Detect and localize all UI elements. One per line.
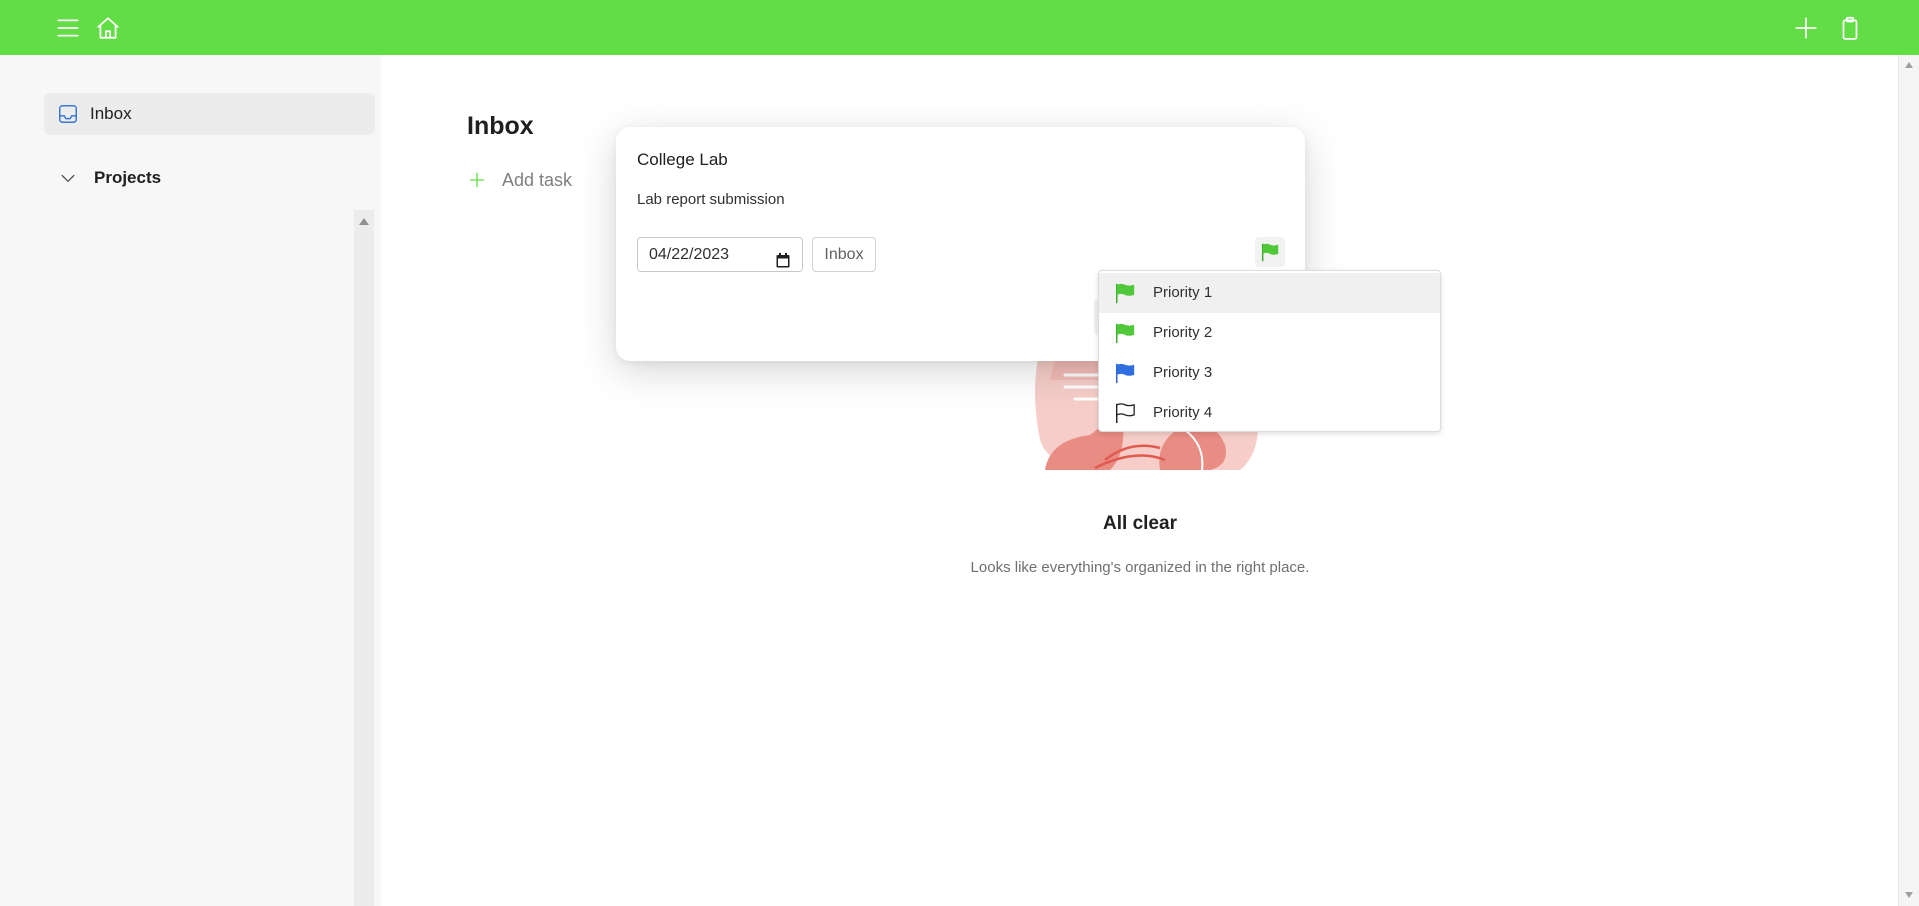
sidebar-projects-toggle[interactable]: Projects	[58, 161, 358, 195]
home-icon[interactable]	[91, 11, 125, 45]
green-flag-icon	[1114, 282, 1136, 304]
project-select-button[interactable]: Inbox	[812, 237, 876, 272]
due-date-input[interactable]: 04/22/2023	[637, 237, 803, 272]
scroll-up-arrow-icon[interactable]	[359, 218, 369, 225]
sidebar-item-label: Inbox	[90, 104, 132, 123]
page-title: Inbox	[467, 112, 534, 140]
blue-flag-icon	[1114, 362, 1136, 384]
due-date-value: 04/22/2023	[649, 246, 730, 263]
main-scrollbar[interactable]	[1898, 55, 1919, 906]
hamburger-menu-icon[interactable]	[51, 11, 85, 45]
priority-option-label: Priority 3	[1153, 364, 1213, 381]
sidebar: Inbox Projects	[0, 55, 381, 906]
outline-flag-icon	[1114, 402, 1136, 424]
priority-dropdown-menu: Priority 1 Priority 2 Priority 3 Priorit…	[1098, 270, 1441, 432]
priority-option-1[interactable]: Priority 1	[1099, 273, 1440, 313]
add-task-button[interactable]: Add task	[467, 165, 572, 195]
priority-option-4[interactable]: Priority 4	[1099, 393, 1440, 433]
priority-option-label: Priority 4	[1153, 404, 1213, 421]
priority-option-label: Priority 1	[1153, 284, 1213, 301]
add-task-label: Add task	[502, 169, 573, 190]
task-description-input[interactable]: Lab report submission	[637, 191, 785, 208]
priority-button[interactable]	[1255, 237, 1285, 267]
task-title-input[interactable]: College Lab	[637, 150, 728, 170]
empty-state-title: All clear	[1103, 513, 1177, 534]
chevron-down-icon	[58, 168, 78, 188]
sidebar-projects-label: Projects	[94, 168, 162, 187]
scroll-up-arrow-icon[interactable]	[1905, 62, 1913, 68]
inbox-icon	[57, 103, 79, 125]
empty-state-subtitle: Looks like everything's organized in the…	[970, 559, 1310, 576]
priority-flag-icon	[1261, 243, 1279, 262]
add-task-plus-icon[interactable]	[1789, 11, 1823, 45]
plus-icon	[467, 170, 487, 190]
priority-option-label: Priority 2	[1153, 324, 1213, 341]
scroll-down-arrow-icon[interactable]	[1905, 892, 1913, 898]
sidebar-item-inbox[interactable]: Inbox	[44, 93, 375, 135]
top-bar	[0, 0, 1919, 55]
green-flag-icon	[1114, 322, 1136, 344]
calendar-icon[interactable]	[776, 247, 790, 268]
sidebar-scrollbar[interactable]	[354, 210, 374, 906]
priority-option-3[interactable]: Priority 3	[1099, 353, 1440, 393]
clipboard-icon[interactable]	[1833, 11, 1867, 45]
priority-option-2[interactable]: Priority 2	[1099, 313, 1440, 353]
